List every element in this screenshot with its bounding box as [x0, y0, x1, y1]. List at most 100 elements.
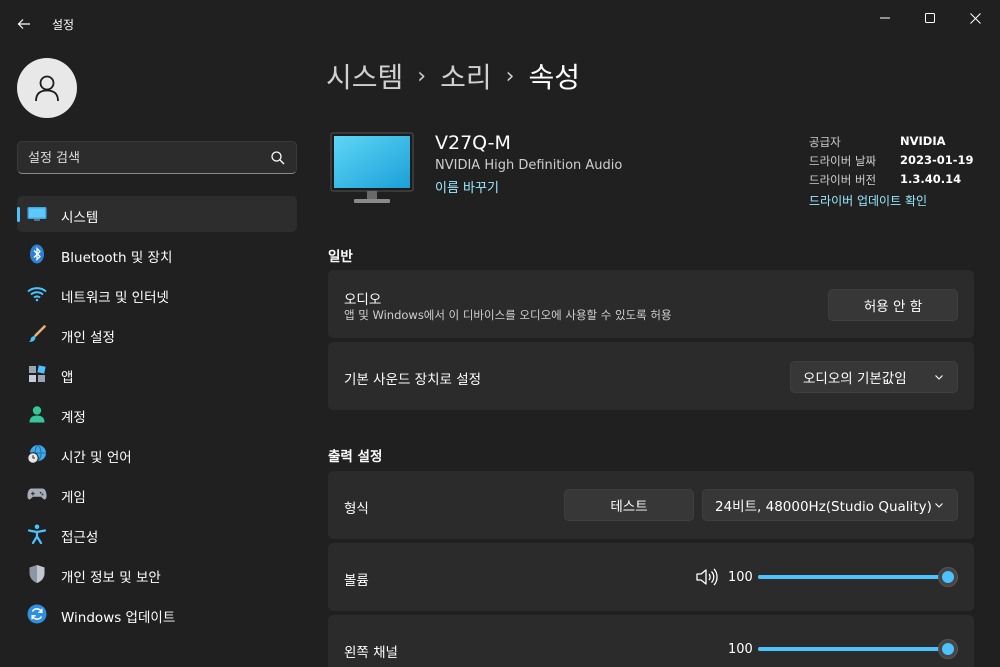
sidebar-item-system[interactable]: 시스템 [17, 196, 297, 232]
nav-list: 시스템 Bluetooth 및 장치 네트워크 및 인터넷 개인 설정 앱 계정… [17, 196, 297, 636]
audio-description: 앱 및 Windows에서 이 디바이스를 오디오에 사용할 수 있도록 허용 [344, 308, 672, 322]
update-icon [27, 604, 47, 624]
slider-thumb[interactable] [938, 567, 958, 587]
driver-info-row: 공급자 NVIDIA [809, 134, 989, 153]
sidebar-item-time-language[interactable]: 시간 및 언어 [17, 436, 297, 472]
format-dropdown[interactable]: 24비트, 48000Hz(Studio Quality) [702, 489, 958, 521]
maximize-button[interactable] [907, 4, 953, 32]
minimize-button[interactable] [862, 4, 908, 32]
person-icon [27, 404, 47, 424]
accessibility-icon [27, 524, 47, 544]
search-input[interactable] [28, 148, 258, 168]
sidebar-item-label: 시스템 [61, 210, 99, 226]
breadcrumb-item-sound[interactable]: 소리 [440, 56, 492, 96]
window-title: 설정 [52, 18, 75, 32]
sidebar-item-label: 접근성 [61, 530, 99, 546]
sidebar-item-label: Windows 업데이트 [61, 610, 176, 626]
breadcrumb-item-system[interactable]: 시스템 [326, 56, 403, 96]
sidebar-item-accounts[interactable]: 계정 [17, 396, 297, 432]
arrow-left-icon [17, 19, 30, 29]
info-value: 1.3.40.14 [900, 172, 962, 186]
chevron-down-icon [935, 375, 943, 380]
sidebar-item-personalization[interactable]: 개인 설정 [17, 316, 297, 352]
title-bar: 설정 [0, 0, 1000, 48]
device-name: V27Q-M [435, 132, 511, 154]
sidebar-item-apps[interactable]: 앱 [17, 356, 297, 392]
user-icon [35, 75, 59, 102]
breadcrumb-separator: › [417, 63, 427, 89]
slider-thumb[interactable] [938, 639, 958, 659]
sidebar-item-bluetooth[interactable]: Bluetooth 및 장치 [17, 236, 297, 272]
info-value: NVIDIA [900, 134, 946, 148]
paintbrush-icon [27, 324, 47, 344]
section-title-general: 일반 [328, 249, 353, 265]
sidebar-item-label: 게임 [61, 490, 86, 506]
volume-label: 볼륨 [344, 573, 369, 589]
slider-fill [758, 647, 948, 651]
monitor-device-icon [330, 132, 414, 203]
maximize-icon [925, 13, 935, 23]
sidebar-item-label: 앱 [61, 370, 74, 386]
info-value: 2023-01-19 [900, 153, 974, 167]
info-label: 공급자 [809, 135, 841, 149]
info-label: 드라이버 버전 [809, 173, 877, 187]
minimize-icon [880, 17, 890, 19]
globe-clock-icon [27, 444, 47, 464]
sidebar-item-label: 계정 [61, 410, 86, 426]
volume-card: 볼륨 100 [328, 543, 974, 611]
device-header: V27Q-M NVIDIA High Definition Audio 이름 바… [330, 132, 980, 212]
close-icon [969, 12, 981, 24]
default-device-label: 기본 사운드 장치로 설정 [344, 372, 482, 388]
info-label: 드라이버 날짜 [809, 154, 877, 168]
wifi-icon [27, 284, 47, 304]
disallow-button[interactable]: 허용 안 함 [828, 289, 958, 321]
section-title-output: 출력 설정 [328, 449, 383, 465]
shield-icon [27, 564, 47, 584]
sidebar-item-accessibility[interactable]: 접근성 [17, 516, 297, 552]
sidebar-item-privacy-security[interactable]: 개인 정보 및 보안 [17, 556, 297, 592]
sidebar-item-label: 네트워크 및 인터넷 [61, 290, 169, 306]
default-device-card: 기본 사운드 장치로 설정 오디오의 기본값임 [328, 342, 974, 410]
breadcrumb: 시스템 › 소리 › 속성 [326, 54, 580, 98]
left-channel-slider[interactable] [758, 639, 958, 659]
format-label: 형식 [344, 501, 369, 517]
bluetooth-icon [27, 244, 47, 264]
driver-info-row: 드라이버 날짜 2023-01-19 [809, 153, 989, 172]
gamepad-icon [27, 484, 47, 504]
page-title: 속성 [528, 61, 580, 94]
slider-fill [758, 575, 948, 579]
volume-value: 100 [728, 570, 753, 585]
format-card: 형식 테스트 24비트, 48000Hz(Studio Quality) [328, 471, 974, 539]
left-channel-label: 왼쪽 채널 [344, 645, 398, 661]
main-content: 시스템 › 소리 › 속성 V27Q-M NVIDIA High Definit… [310, 48, 1000, 667]
driver-info-row: 드라이버 버전 1.3.40.14 [809, 172, 989, 191]
volume-slider[interactable] [758, 567, 958, 587]
apps-icon [27, 364, 47, 384]
sidebar-item-label: 개인 설정 [61, 330, 115, 346]
search-icon[interactable] [270, 150, 286, 166]
speaker-icon[interactable] [696, 568, 718, 586]
sidebar-item-windows-update[interactable]: Windows 업데이트 [17, 596, 297, 632]
avatar[interactable] [17, 58, 77, 118]
audio-label: 오디오 [344, 292, 382, 308]
audio-card: 오디오 앱 및 Windows에서 이 디바이스를 오디오에 사용할 수 있도록… [328, 270, 974, 338]
sidebar-item-network[interactable]: 네트워크 및 인터넷 [17, 276, 297, 312]
dropdown-value: 24비트, 48000Hz(Studio Quality) [715, 499, 932, 515]
sidebar-item-label: 시간 및 언어 [61, 450, 132, 466]
left-channel-value: 100 [728, 642, 753, 657]
default-device-dropdown[interactable]: 오디오의 기본값임 [790, 361, 958, 393]
dropdown-value: 오디오의 기본값임 [803, 371, 907, 387]
driver-update-link[interactable]: 드라이버 업데이트 확인 [809, 192, 927, 209]
test-button[interactable]: 테스트 [564, 489, 694, 521]
device-driver-name: NVIDIA High Definition Audio [435, 158, 623, 173]
close-button[interactable] [952, 4, 998, 32]
driver-info: 공급자 NVIDIA 드라이버 날짜 2023-01-19 드라이버 버전 1.… [809, 134, 989, 191]
monitor-icon [27, 204, 47, 224]
back-button[interactable] [10, 12, 38, 36]
rename-link[interactable]: 이름 바꾸기 [435, 177, 499, 196]
search-box [17, 141, 297, 174]
sidebar-item-label: 개인 정보 및 보안 [61, 570, 161, 586]
sidebar-item-gaming[interactable]: 게임 [17, 476, 297, 512]
left-channel-card: 왼쪽 채널 100 [328, 615, 974, 667]
sidebar: 시스템 Bluetooth 및 장치 네트워크 및 인터넷 [0, 48, 310, 667]
